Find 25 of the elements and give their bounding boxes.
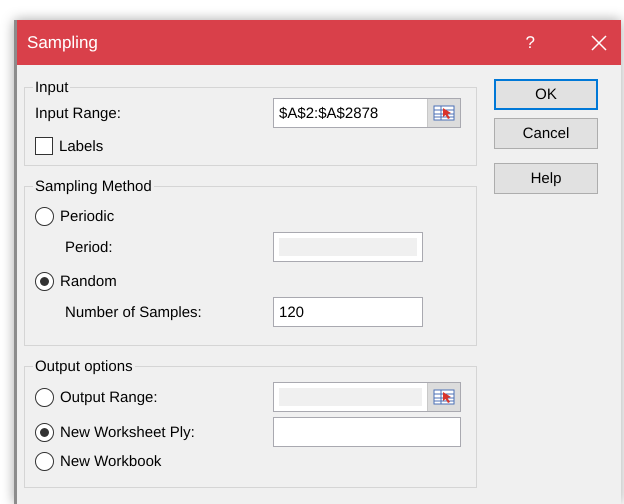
close-icon[interactable]: [591, 34, 607, 50]
radio-label: Output Range:: [60, 388, 158, 406]
dialog-button[interactable]: Help: [494, 163, 598, 194]
radio-label: New Worksheet Ply:: [60, 424, 195, 440]
radio-label: Periodic: [60, 208, 114, 225]
text-field[interactable]: 120: [274, 298, 422, 326]
radio-button[interactable]: [35, 207, 54, 226]
dialog-button[interactable]: OK: [494, 79, 598, 110]
checkbox[interactable]: [35, 137, 53, 155]
group-title: Input: [34, 79, 70, 96]
window-title: Sampling: [27, 32, 99, 52]
field-label: Input Range:: [35, 104, 122, 122]
radio-button[interactable]: [35, 422, 54, 442]
group-title: Output options: [34, 358, 134, 375]
group-title: Sampling Method: [34, 178, 153, 195]
dialog-button[interactable]: Cancel: [494, 118, 598, 149]
field-label: Period:: [65, 238, 114, 256]
checkbox-label: Labels: [59, 138, 104, 154]
radio-button[interactable]: [35, 388, 54, 406]
radio-button[interactable]: [35, 452, 54, 471]
radio-button[interactable]: [35, 272, 54, 291]
radio-label: Random: [60, 273, 117, 290]
radio-label: New Workbook: [60, 453, 162, 470]
help-button[interactable]: ?: [526, 32, 535, 52]
field-label: Number of Samples:: [65, 304, 203, 320]
